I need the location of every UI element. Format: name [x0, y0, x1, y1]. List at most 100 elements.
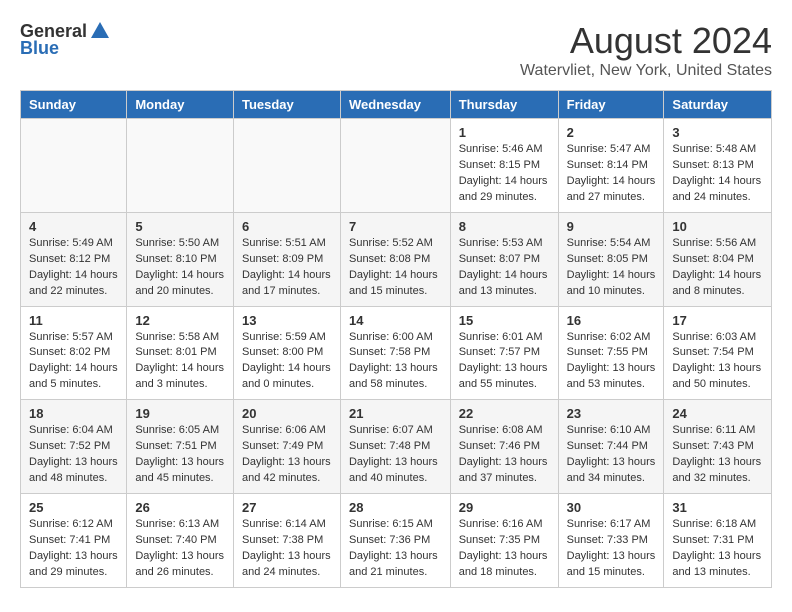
- day-info: Sunrise: 6:17 AM Sunset: 7:33 PM Dayligh…: [567, 517, 656, 581]
- day-info: Sunrise: 6:03 AM Sunset: 7:54 PM Dayligh…: [672, 330, 763, 394]
- day-number: 28: [349, 500, 442, 515]
- calendar-day-cell: 20Sunrise: 6:06 AM Sunset: 7:49 PM Dayli…: [233, 400, 340, 494]
- day-info: Sunrise: 6:11 AM Sunset: 7:43 PM Dayligh…: [672, 423, 763, 487]
- day-number: 19: [135, 406, 225, 421]
- day-info: Sunrise: 6:06 AM Sunset: 7:49 PM Dayligh…: [242, 423, 332, 487]
- calendar-day-cell: 7Sunrise: 5:52 AM Sunset: 8:08 PM Daylig…: [340, 212, 450, 306]
- page-subtitle: Watervliet, New York, United States: [520, 62, 772, 80]
- calendar-header-row: Sunday Monday Tuesday Wednesday Thursday…: [21, 91, 772, 119]
- day-number: 11: [29, 313, 118, 328]
- day-info: Sunrise: 5:50 AM Sunset: 8:10 PM Dayligh…: [135, 236, 225, 300]
- calendar-week-row: 1 Sunrise: 5:46 AM Sunset: 8:15 PM Daylig…: [21, 119, 772, 213]
- title-block: August 2024 Watervliet, New York, United…: [520, 20, 772, 80]
- day-number: 16: [567, 313, 656, 328]
- calendar-day-cell: 15 Sunrise: 6:01 AM Sunset: 7:57 PM Dayli…: [450, 306, 558, 400]
- calendar-day-cell: 22 Sunrise: 6:08 AM Sunset: 7:46 PM Dayli…: [450, 400, 558, 494]
- calendar-day-cell: 2 Sunrise: 5:47 AM Sunset: 8:14 PM Daylig…: [558, 119, 664, 213]
- calendar-day-cell: 30 Sunrise: 6:17 AM Sunset: 7:33 PM Dayli…: [558, 494, 664, 588]
- day-number: 6: [242, 219, 332, 234]
- day-number: 12: [135, 313, 225, 328]
- calendar-day-cell: 23 Sunrise: 6:10 AM Sunset: 7:44 PM Dayli…: [558, 400, 664, 494]
- calendar-day-cell: [233, 119, 340, 213]
- calendar-week-row: 25 Sunrise: 6:12 AM Sunset: 7:41 PM Dayli…: [21, 494, 772, 588]
- day-number: 17: [672, 313, 763, 328]
- day-number: 30: [567, 500, 656, 515]
- day-info: Sunrise: 6:13 AM Sunset: 7:40 PM Dayligh…: [135, 517, 225, 581]
- calendar-day-cell: 9 Sunrise: 5:54 AM Sunset: 8:05 PM Daylig…: [558, 212, 664, 306]
- calendar-day-cell: [127, 119, 234, 213]
- day-info: Sunrise: 6:07 AM Sunset: 7:48 PM Dayligh…: [349, 423, 442, 487]
- calendar-day-cell: [21, 119, 127, 213]
- day-info: Sunrise: 6:00 AM Sunset: 7:58 PM Dayligh…: [349, 330, 442, 394]
- calendar-day-cell: 17 Sunrise: 6:03 AM Sunset: 7:54 PM Dayli…: [664, 306, 772, 400]
- day-number: 15: [459, 313, 550, 328]
- calendar-week-row: 18 Sunrise: 6:04 AM Sunset: 7:52 PM Dayli…: [21, 400, 772, 494]
- day-number: 27: [242, 500, 332, 515]
- calendar-day-cell: 27 Sunrise: 6:14 AM Sunset: 7:38 PM Dayli…: [233, 494, 340, 588]
- day-number: 4: [29, 219, 118, 234]
- day-info: Sunrise: 5:46 AM Sunset: 8:15 PM Dayligh…: [459, 142, 550, 206]
- day-info: Sunrise: 5:57 AM Sunset: 8:02 PM Dayligh…: [29, 330, 118, 394]
- calendar-day-cell: 18 Sunrise: 6:04 AM Sunset: 7:52 PM Dayli…: [21, 400, 127, 494]
- day-number: 2: [567, 125, 656, 140]
- day-number: 29: [459, 500, 550, 515]
- day-info: Sunrise: 6:04 AM Sunset: 7:52 PM Dayligh…: [29, 423, 118, 487]
- day-info: Sunrise: 6:08 AM Sunset: 7:46 PM Dayligh…: [459, 423, 550, 487]
- day-info: Sunrise: 5:47 AM Sunset: 8:14 PM Dayligh…: [567, 142, 656, 206]
- day-info: Sunrise: 6:14 AM Sunset: 7:38 PM Dayligh…: [242, 517, 332, 581]
- day-number: 22: [459, 406, 550, 421]
- calendar-day-cell: 19 Sunrise: 6:05 AM Sunset: 7:51 PM Dayli…: [127, 400, 234, 494]
- calendar-day-cell: 10Sunrise: 5:56 AM Sunset: 8:04 PM Dayli…: [664, 212, 772, 306]
- calendar-day-cell: 6 Sunrise: 5:51 AM Sunset: 8:09 PM Daylig…: [233, 212, 340, 306]
- calendar-day-cell: 14Sunrise: 6:00 AM Sunset: 7:58 PM Dayli…: [340, 306, 450, 400]
- calendar-day-cell: [340, 119, 450, 213]
- calendar-day-cell: 29 Sunrise: 6:16 AM Sunset: 7:35 PM Dayli…: [450, 494, 558, 588]
- day-info: Sunrise: 6:01 AM Sunset: 7:57 PM Dayligh…: [459, 330, 550, 394]
- day-number: 3: [672, 125, 763, 140]
- day-info: Sunrise: 5:53 AM Sunset: 8:07 PM Dayligh…: [459, 236, 550, 300]
- logo-icon: [89, 20, 111, 42]
- col-sunday: Sunday: [21, 91, 127, 119]
- day-number: 24: [672, 406, 763, 421]
- day-info: Sunrise: 5:48 AM Sunset: 8:13 PM Dayligh…: [672, 142, 763, 206]
- day-number: 23: [567, 406, 656, 421]
- col-monday: Monday: [127, 91, 234, 119]
- day-number: 5: [135, 219, 225, 234]
- day-number: 9: [567, 219, 656, 234]
- calendar-week-row: 4Sunrise: 5:49 AM Sunset: 8:12 PM Daylig…: [21, 212, 772, 306]
- calendar-day-cell: 13Sunrise: 5:59 AM Sunset: 8:00 PM Dayli…: [233, 306, 340, 400]
- day-info: Sunrise: 6:12 AM Sunset: 7:41 PM Dayligh…: [29, 517, 118, 581]
- calendar-day-cell: 12Sunrise: 5:58 AM Sunset: 8:01 PM Dayli…: [127, 306, 234, 400]
- day-number: 25: [29, 500, 118, 515]
- calendar-day-cell: 3 Sunrise: 5:48 AM Sunset: 8:13 PM Daylig…: [664, 119, 772, 213]
- col-friday: Friday: [558, 91, 664, 119]
- day-info: Sunrise: 6:18 AM Sunset: 7:31 PM Dayligh…: [672, 517, 763, 581]
- col-tuesday: Tuesday: [233, 91, 340, 119]
- day-number: 10: [672, 219, 763, 234]
- day-info: Sunrise: 5:54 AM Sunset: 8:05 PM Dayligh…: [567, 236, 656, 300]
- page-header: General Blue August 2024 Watervliet, New…: [20, 20, 772, 80]
- calendar-day-cell: 11 Sunrise: 5:57 AM Sunset: 8:02 PM Dayli…: [21, 306, 127, 400]
- logo: General Blue: [20, 20, 111, 59]
- calendar-week-row: 11 Sunrise: 5:57 AM Sunset: 8:02 PM Dayli…: [21, 306, 772, 400]
- day-info: Sunrise: 6:05 AM Sunset: 7:51 PM Dayligh…: [135, 423, 225, 487]
- col-thursday: Thursday: [450, 91, 558, 119]
- day-number: 7: [349, 219, 442, 234]
- calendar-day-cell: 16Sunrise: 6:02 AM Sunset: 7:55 PM Dayli…: [558, 306, 664, 400]
- day-info: Sunrise: 6:15 AM Sunset: 7:36 PM Dayligh…: [349, 517, 442, 581]
- col-saturday: Saturday: [664, 91, 772, 119]
- calendar-table: Sunday Monday Tuesday Wednesday Thursday…: [20, 90, 772, 588]
- calendar-day-cell: 24 Sunrise: 6:11 AM Sunset: 7:43 PM Dayli…: [664, 400, 772, 494]
- calendar-day-cell: 4Sunrise: 5:49 AM Sunset: 8:12 PM Daylig…: [21, 212, 127, 306]
- day-number: 1: [459, 125, 550, 140]
- day-info: Sunrise: 6:16 AM Sunset: 7:35 PM Dayligh…: [459, 517, 550, 581]
- day-number: 18: [29, 406, 118, 421]
- day-number: 13: [242, 313, 332, 328]
- calendar-day-cell: 25 Sunrise: 6:12 AM Sunset: 7:41 PM Dayli…: [21, 494, 127, 588]
- col-wednesday: Wednesday: [340, 91, 450, 119]
- day-info: Sunrise: 5:51 AM Sunset: 8:09 PM Dayligh…: [242, 236, 332, 300]
- day-info: Sunrise: 6:10 AM Sunset: 7:44 PM Dayligh…: [567, 423, 656, 487]
- day-number: 8: [459, 219, 550, 234]
- day-number: 31: [672, 500, 763, 515]
- calendar-day-cell: 21Sunrise: 6:07 AM Sunset: 7:48 PM Dayli…: [340, 400, 450, 494]
